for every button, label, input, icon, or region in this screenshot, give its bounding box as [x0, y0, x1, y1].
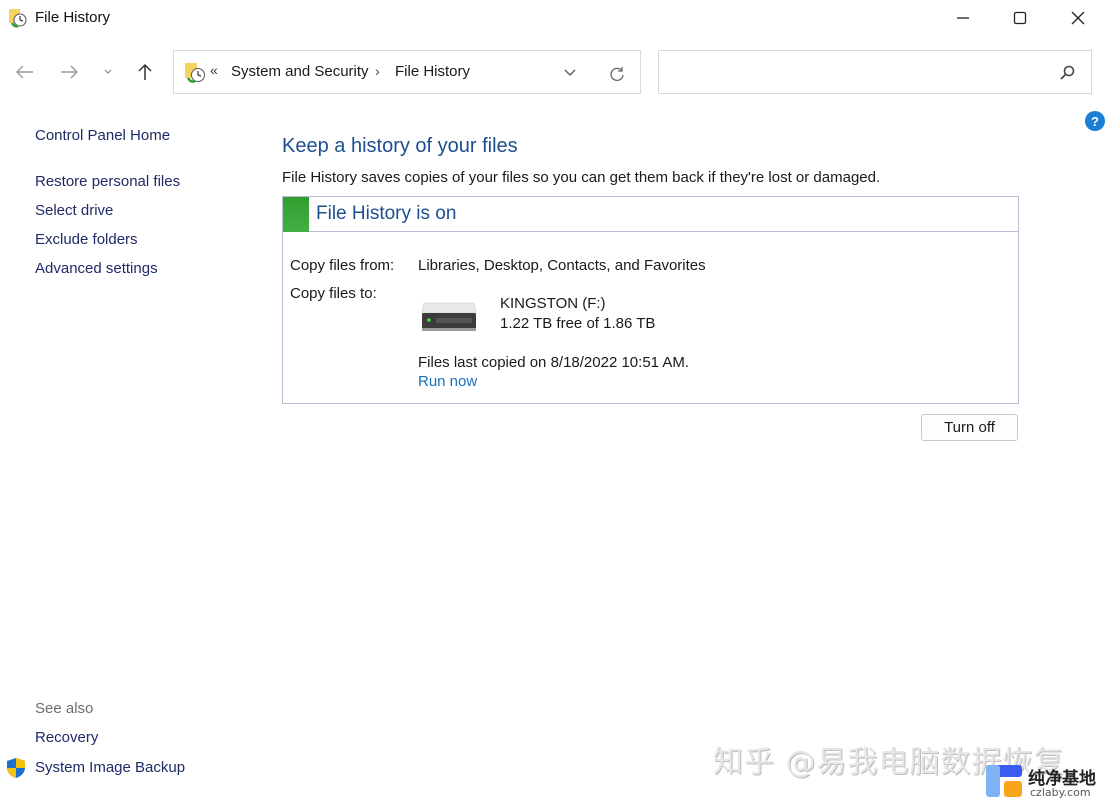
drive-name: KINGSTON (F:)	[500, 295, 606, 312]
close-button[interactable]	[1049, 0, 1107, 36]
status-header: File History is on	[283, 197, 1018, 232]
watermark-logo-icon	[986, 765, 1022, 797]
file-history-status-panel: File History is on Copy files from: Libr…	[282, 196, 1019, 404]
close-icon	[1071, 11, 1085, 25]
last-copied-timestamp: Files last copied on 8/18/2022 10:51 AM.	[418, 354, 690, 371]
address-bar[interactable]: « System and Security › File History	[173, 50, 641, 94]
page-title: Keep a history of your files	[282, 135, 518, 157]
address-dropdown-button[interactable]	[560, 63, 580, 83]
copy-from-value: Libraries, Desktop, Contacts, and Favori…	[418, 257, 706, 274]
page-description: File History saves copies of your files …	[282, 169, 881, 186]
file-history-icon	[185, 63, 205, 83]
see-also-recovery[interactable]: Recovery	[35, 729, 98, 746]
search-icon[interactable]	[1057, 63, 1077, 83]
title-bar: File History	[0, 0, 1108, 36]
forward-button[interactable]	[54, 58, 84, 86]
recent-locations-button[interactable]	[93, 58, 123, 86]
sidebar-item-restore-personal-files[interactable]: Restore personal files	[35, 173, 180, 190]
search-input[interactable]	[667, 61, 1047, 85]
window-title: File History	[35, 9, 111, 26]
see-also-system-image-backup[interactable]: System Image Backup	[35, 759, 185, 776]
maximize-button[interactable]	[991, 0, 1049, 36]
up-arrow-icon	[138, 63, 152, 80]
help-icon: ?	[1091, 113, 1099, 129]
search-box[interactable]	[658, 50, 1092, 94]
maximize-icon	[1013, 11, 1027, 25]
forward-arrow-icon	[61, 65, 78, 79]
drive-free-space: 1.22 TB free of 1.86 TB	[500, 315, 656, 332]
drive-icon	[421, 302, 477, 331]
sidebar-item-select-drive[interactable]: Select drive	[35, 202, 113, 219]
minimize-icon	[957, 17, 969, 19]
file-history-icon	[9, 9, 27, 28]
shield-icon	[7, 758, 25, 778]
copy-to-label: Copy files to:	[290, 285, 377, 302]
see-also-heading: See also	[35, 700, 94, 717]
status-text: File History is on	[316, 203, 457, 224]
up-button[interactable]	[130, 58, 160, 86]
chevron-down-icon	[104, 69, 112, 74]
help-button[interactable]: ?	[1085, 111, 1105, 131]
copy-from-label: Copy files from:	[290, 257, 395, 274]
watermark-url: czlaby.com	[1030, 786, 1091, 799]
sidebar-item-advanced-settings[interactable]: Advanced settings	[35, 260, 158, 277]
run-now-link[interactable]: Run now	[418, 373, 477, 390]
chevron-down-icon	[564, 69, 576, 76]
turn-off-button[interactable]: Turn off	[921, 414, 1018, 441]
status-indicator	[283, 197, 309, 232]
sidebar-item-exclude-folders[interactable]: Exclude folders	[35, 231, 138, 248]
sidebar-control-panel-home[interactable]: Control Panel Home	[35, 127, 170, 144]
breadcrumb-system-and-security[interactable]: System and Security	[231, 63, 369, 80]
refresh-button[interactable]	[606, 63, 628, 85]
breadcrumb-separator[interactable]: ›	[375, 63, 380, 79]
minimize-button[interactable]	[934, 0, 992, 36]
back-arrow-icon	[16, 65, 33, 79]
back-button[interactable]	[10, 58, 40, 86]
breadcrumb-file-history[interactable]: File History	[395, 63, 470, 80]
breadcrumb-overflow[interactable]: «	[210, 62, 218, 78]
refresh-icon	[610, 67, 624, 81]
